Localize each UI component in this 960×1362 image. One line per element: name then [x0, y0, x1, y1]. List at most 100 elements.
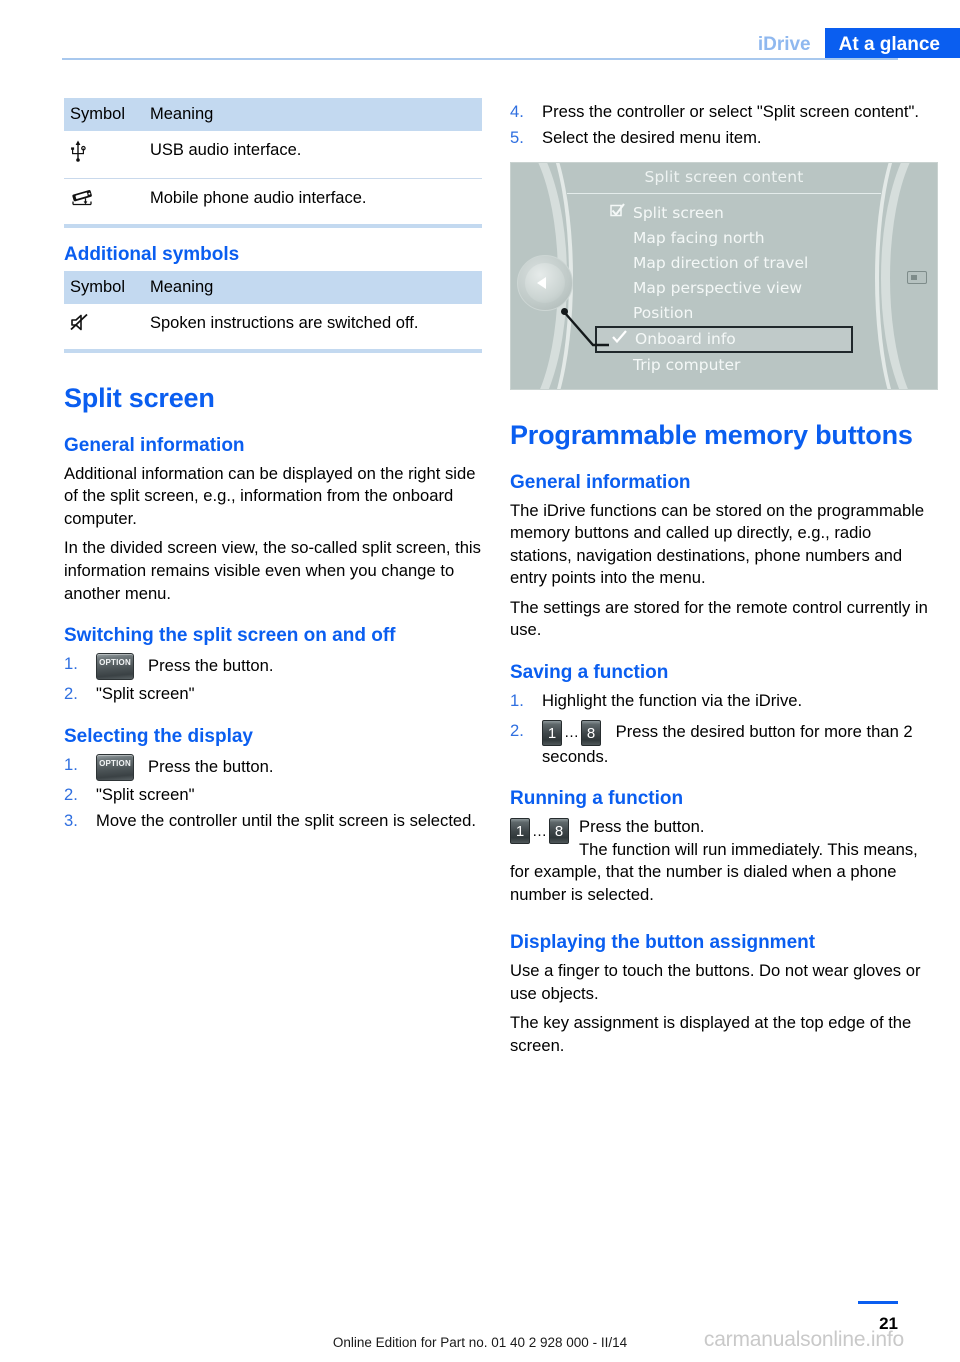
memory-button-1-icon[interactable]: 1: [542, 719, 562, 746]
table-cell-meaning: Spoken instructions are switched off.: [142, 304, 482, 354]
paragraph: The iDrive functions can be stored on th…: [510, 500, 925, 588]
menu-item-map-perspective-view[interactable]: Map perspective view: [607, 276, 917, 301]
menu-item-label: Map perspective view: [633, 279, 803, 297]
column-header-symbol: Symbol: [70, 105, 126, 123]
memory-button-1-label: 1: [515, 823, 525, 841]
table-row: Spoken instructions are switched off.: [64, 304, 482, 354]
back-arrow-icon: [537, 277, 546, 289]
right-column: 4. Press the controller or select "Split…: [510, 98, 938, 1064]
menu-item-split-screen[interactable]: Split screen: [607, 201, 917, 226]
option-button-icon[interactable]: OPTION: [96, 753, 134, 781]
header-section-label: At a glance: [824, 28, 960, 58]
menu-item-label: Map facing north: [633, 229, 765, 247]
table-row: USB audio interface.: [64, 131, 482, 179]
list-item: 2. "Split screen": [64, 683, 482, 706]
list-item: 1. OPTION Press the button.: [64, 652, 482, 680]
menu-item-map-direction-of-travel[interactable]: Map direction of travel: [607, 251, 917, 276]
checkbox-checked-icon: [607, 201, 627, 226]
menu-item-onboard-info[interactable]: Onboard info: [595, 326, 853, 353]
figure-menu-title: Split screen content: [644, 168, 804, 186]
step-text: "Split screen": [96, 683, 195, 703]
memory-button-1-label: 1: [547, 724, 557, 742]
header-chapter-label: iDrive: [757, 34, 811, 55]
checkbox-checked-icon-svg: [609, 203, 625, 217]
step-number: 2.: [64, 784, 78, 804]
memory-button-ellipsis: …: [564, 724, 579, 742]
running-function-body: 1 … 8 Press the button. The function wil…: [510, 816, 930, 906]
footer-accent-line: [858, 1301, 898, 1304]
step-text: Press the controller or select "Split sc…: [542, 102, 920, 121]
list-item: 2. "Split screen": [64, 784, 482, 807]
running-line-2: The function will run immediately. This …: [510, 839, 918, 904]
switching-split-screen-heading: Switching the split screen on and off: [64, 625, 396, 647]
continued-steps-list: 4. Press the controller or select "Split…: [510, 101, 930, 150]
usb-icon: [64, 131, 142, 179]
switching-steps-list: 1. OPTION Press the button. 2. "Split sc…: [64, 652, 482, 706]
table-cell-meaning: USB audio interface.: [142, 131, 482, 179]
paragraph: Additional information can be displayed …: [64, 463, 476, 528]
memory-button-8-label: 8: [554, 823, 564, 841]
additional-symbols-heading: Additional symbols: [64, 243, 240, 265]
usb-icon-svg: [71, 140, 86, 162]
list-item: 4. Press the controller or select "Split…: [510, 101, 930, 124]
header-divider: [62, 58, 898, 60]
step-number: 3.: [64, 810, 78, 830]
step-text: Press the button.: [148, 656, 274, 676]
list-item: 3. Move the controller until the split s…: [64, 810, 482, 833]
table-row: Mobile phone audio interface.: [64, 178, 482, 228]
figure-title-divider: [567, 193, 881, 194]
memory-button-1-icon[interactable]: 1: [510, 818, 530, 845]
menu-item-label: Onboard info: [635, 330, 736, 348]
symbol-table-audio: Symbol Meaning USB audio interface. Mobi…: [64, 98, 482, 228]
memory-button-8-label: 8: [586, 724, 596, 742]
table-cell-meaning: Mobile phone audio interface.: [142, 178, 482, 228]
memory-button-8-icon[interactable]: 8: [581, 719, 601, 746]
running-function-heading: Running a function: [510, 788, 684, 810]
step-text: Press the button.: [148, 756, 274, 776]
paragraph: The settings are stored for the remote c…: [510, 597, 928, 640]
snap-in-adapter-icon: [64, 178, 142, 228]
menu-item-label: Trip computer: [633, 356, 741, 374]
option-button-label: OPTION: [99, 657, 131, 667]
menu-item-label: Split screen: [633, 204, 724, 222]
snap-in-adapter-icon-svg: [72, 189, 92, 205]
figure-menu-list: Split screen Map facing north Map direct…: [595, 201, 917, 378]
step-number: 1.: [64, 653, 78, 673]
paragraph: Use a finger to touch the buttons. Do no…: [510, 961, 921, 1003]
step-number: 2.: [510, 720, 524, 740]
table-header-row: Symbol Meaning: [64, 98, 482, 131]
list-item: 2. 1 … 8 Press the desired button for mo…: [510, 719, 930, 769]
paragraph: The key assignment is displayed at the t…: [510, 1013, 912, 1055]
menu-item-map-facing-north[interactable]: Map facing north: [607, 226, 917, 251]
menu-item-trip-computer[interactable]: Trip computer: [607, 353, 917, 378]
option-button-icon[interactable]: OPTION: [96, 652, 134, 680]
watermark: carmanualsonline.info: [703, 1328, 904, 1351]
step-text: Move the controller until the split scre…: [96, 810, 476, 830]
figure-right-button-icon: [907, 271, 927, 284]
page-header: iDrive At a glance: [0, 0, 960, 62]
column-header-symbol: Symbol: [70, 278, 126, 297]
step-number: 1.: [510, 690, 524, 710]
menu-item-label: Map direction of travel: [633, 254, 809, 272]
check-icon-svg: [611, 330, 627, 344]
column-header-meaning: Meaning: [150, 105, 214, 123]
step-number: 5.: [510, 128, 524, 147]
menu-item-position[interactable]: Position: [607, 301, 917, 326]
list-item: 1. Highlight the function via the iDrive…: [510, 690, 930, 713]
list-item: 1. OPTION Press the button.: [64, 753, 482, 781]
symbol-table-additional: Symbol Meaning Spoken instructions are s…: [64, 271, 482, 354]
memory-button-8-icon[interactable]: 8: [549, 818, 569, 845]
step-number: 4.: [510, 102, 524, 121]
option-button-label: OPTION: [99, 758, 131, 768]
step-text: Select the desired menu item.: [542, 128, 762, 147]
step-number: 2.: [64, 683, 78, 703]
step-number: 1.: [64, 754, 78, 774]
menu-item-label: Position: [633, 304, 694, 322]
header-tabs: iDrive At a glance: [744, 28, 960, 58]
left-column: Symbol Meaning USB audio interface. Mobi…: [64, 98, 482, 836]
speaker-muted-icon-svg: [70, 314, 88, 331]
saving-function-heading: Saving a function: [510, 662, 669, 684]
idrive-split-screen-figure: Split screen content Split screen Map fa…: [510, 162, 938, 390]
step-text: Highlight the function via the iDrive.: [542, 690, 803, 710]
paragraph: In the divided screen view, the so-calle…: [64, 538, 481, 603]
